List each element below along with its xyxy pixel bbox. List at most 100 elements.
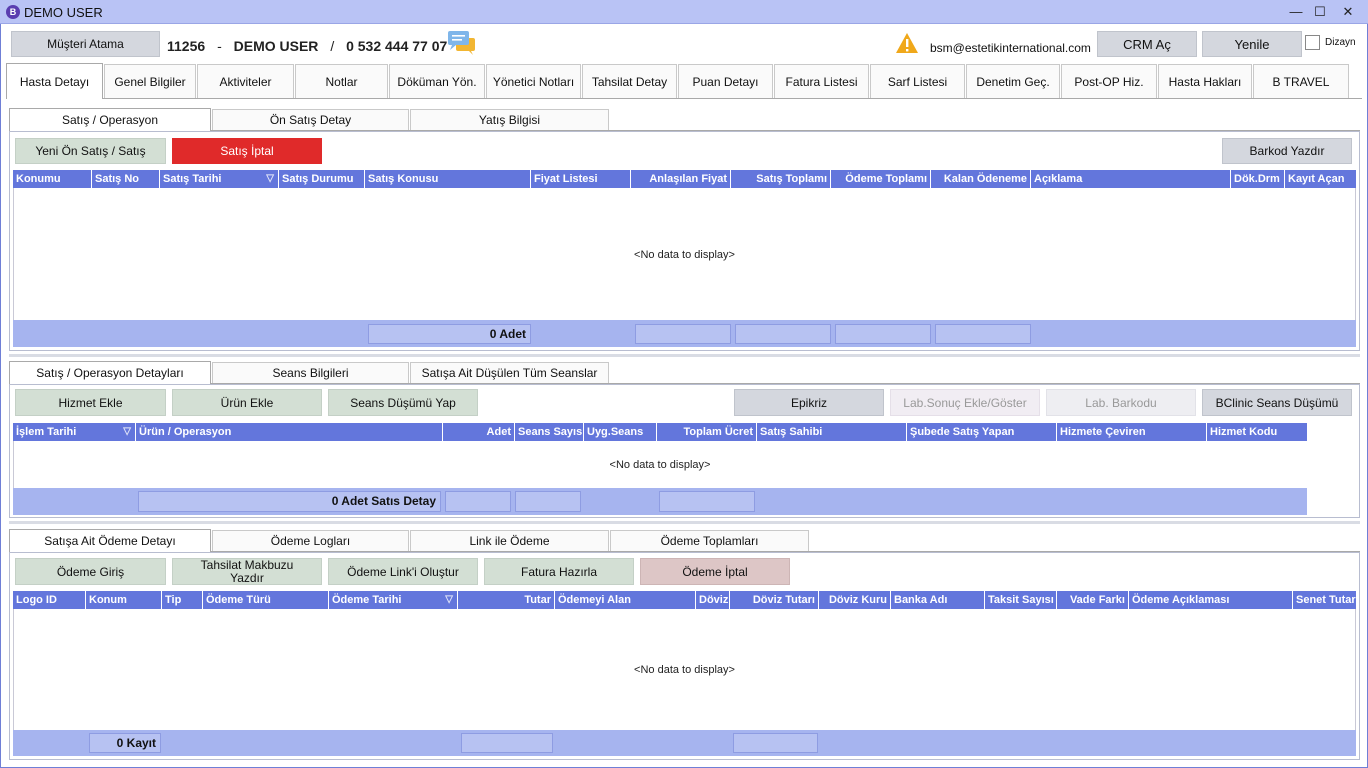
patient-id: 11256: [167, 38, 206, 54]
filter-icon[interactable]: ▽: [445, 591, 453, 609]
tab-invoice-list[interactable]: Fatura Listesi: [774, 64, 869, 98]
tab-link-payment[interactable]: Link ile Ödeme: [410, 530, 609, 551]
tab-notes[interactable]: Notlar: [295, 64, 388, 98]
col-payment-total[interactable]: Ödeme Toplamı: [831, 170, 931, 188]
tab-payment-totals[interactable]: Ödeme Toplamları: [610, 530, 809, 551]
bclinic-session-button[interactable]: BClinic Seans Düşümü: [1202, 389, 1352, 416]
tab-collection-detail[interactable]: Tahsilat Detay: [582, 64, 677, 98]
payments-grid-empty: <No data to display>: [634, 664, 735, 676]
add-product-button[interactable]: Ürün Ekle: [172, 389, 322, 416]
col-exchange-rate[interactable]: Döviz Kuru: [819, 591, 891, 609]
col-bank-name[interactable]: Banka Adı: [891, 591, 985, 609]
close-button[interactable]: ✕: [1333, 2, 1363, 22]
lab-barcode-button[interactable]: Lab. Barkodu: [1046, 389, 1196, 416]
prepare-invoice-button[interactable]: Fatura Hazırla: [484, 558, 634, 585]
tab-general-info[interactable]: Genel Bilgiler: [104, 64, 196, 98]
details-footer-qty: [445, 491, 511, 512]
details-grid-header: İşlem Tarihi ▽ Ürün / Operasyon Adet Sea…: [13, 423, 1307, 441]
col-doc-status[interactable]: Dök.Drm: [1231, 170, 1285, 188]
cancel-sale-button[interactable]: Satış İptal: [172, 138, 322, 164]
customer-assign-button[interactable]: Müşteri Atama: [11, 31, 160, 57]
tab-activities[interactable]: Aktiviteler: [197, 64, 294, 98]
tab-pre-sale-detail[interactable]: Ön Satış Detay: [212, 109, 409, 130]
tab-b-travel[interactable]: B TRAVEL: [1253, 64, 1349, 98]
col-type[interactable]: Tip: [162, 591, 203, 609]
refresh-button[interactable]: Yenile: [1202, 31, 1302, 57]
col-currency[interactable]: Döviz: [696, 591, 730, 609]
maximize-button[interactable]: ☐: [1305, 2, 1335, 22]
tab-consumable-list[interactable]: Sarf Listesi: [870, 64, 965, 98]
tab-admission-info[interactable]: Yatış Bilgisi: [410, 109, 609, 130]
col-payment-location[interactable]: Konum: [86, 591, 162, 609]
tab-patient-rights[interactable]: Hasta Hakları: [1158, 64, 1252, 98]
col-branch-seller[interactable]: Şubede Satış Yapan: [907, 423, 1057, 441]
add-service-button[interactable]: Hizmet Ekle: [15, 389, 166, 416]
tab-session-info[interactable]: Seans Bilgileri: [212, 362, 409, 383]
col-logo-id[interactable]: Logo ID: [13, 591, 86, 609]
col-sale-subject[interactable]: Satış Konusu: [365, 170, 531, 188]
col-amount[interactable]: Tutar: [458, 591, 555, 609]
col-quantity[interactable]: Adet: [443, 423, 515, 441]
tab-sale-op-details[interactable]: Satış / Operasyon Detayları: [9, 361, 211, 384]
col-remaining-payment[interactable]: Kalan Ödeneme: [931, 170, 1031, 188]
col-sale-total[interactable]: Satış Toplamı: [731, 170, 831, 188]
col-bond-amount[interactable]: Senet Tutarı: [1293, 591, 1356, 609]
payments-footer-amount: [461, 733, 553, 753]
print-barcode-button[interactable]: Barkod Yazdır: [1222, 138, 1352, 164]
col-sale-status[interactable]: Satış Durumu: [279, 170, 365, 188]
tab-sales-operation[interactable]: Satış / Operasyon: [9, 108, 211, 131]
col-service-code[interactable]: Hizmet Kodu: [1207, 423, 1307, 441]
col-payment-date[interactable]: Ödeme Tarihi ▽: [329, 591, 458, 609]
col-payment-description[interactable]: Ödeme Açıklaması: [1129, 591, 1293, 609]
epikriz-button[interactable]: Epikriz: [734, 389, 884, 416]
tab-audit-history[interactable]: Denetim Geç.: [966, 64, 1060, 98]
tab-payment-logs[interactable]: Ödeme Logları: [212, 530, 409, 551]
tab-all-sessions[interactable]: Satışa Ait Düşülen Tüm Seanslar: [410, 362, 609, 383]
tab-payment-detail[interactable]: Satışa Ait Ödeme Detayı: [9, 529, 211, 552]
details-grid-empty: <No data to display>: [609, 459, 711, 471]
col-service-converter[interactable]: Hizmete Çeviren: [1057, 423, 1207, 441]
create-payment-link-button[interactable]: Ödeme Link'i Oluştur: [328, 558, 478, 585]
cancel-payment-button[interactable]: Ödeme İptal: [640, 558, 790, 585]
tab-post-op[interactable]: Post-OP Hiz.: [1061, 64, 1157, 98]
separator-dash: -: [217, 38, 222, 54]
col-payment-receiver[interactable]: Ödemeyi Alan: [555, 591, 696, 609]
col-payment-type[interactable]: Ödeme Türü: [203, 591, 329, 609]
session-drop-button[interactable]: Seans Düşümü Yap: [328, 389, 478, 416]
col-description[interactable]: Açıklama: [1031, 170, 1231, 188]
col-sale-date[interactable]: Satış Tarihi ▽: [160, 170, 279, 188]
col-sale-owner[interactable]: Satış Sahibi: [757, 423, 907, 441]
lab-result-button[interactable]: Lab.Sonuç Ekle/Göster: [890, 389, 1040, 416]
tab-points-detail[interactable]: Puan Detayı: [678, 64, 773, 98]
tab-documents[interactable]: Döküman Yön.: [389, 64, 485, 98]
title-bar: [0, 0, 1368, 24]
col-currency-amount[interactable]: Döviz Tutarı: [730, 591, 819, 609]
col-process-date[interactable]: İşlem Tarihi ▽: [13, 423, 136, 441]
splitter-1[interactable]: [9, 354, 1360, 357]
col-applied-session[interactable]: Uyg.Seans: [584, 423, 657, 441]
filter-icon[interactable]: ▽: [266, 170, 274, 188]
payments-footer-currency-amount: [733, 733, 818, 753]
col-location[interactable]: Konumu: [13, 170, 92, 188]
chat-icon[interactable]: [447, 30, 477, 56]
new-sale-button[interactable]: Yeni Ön Satış / Satış: [15, 138, 166, 164]
col-sale-no[interactable]: Satış No: [92, 170, 160, 188]
col-session-count[interactable]: Seans Sayısı: [515, 423, 584, 441]
patient-info: 11256 - DEMO USER / 0 532 444 77 07: [167, 38, 455, 54]
col-record-opener[interactable]: Kayıt Açan: [1285, 170, 1356, 188]
splitter-2[interactable]: [9, 521, 1360, 524]
filter-icon[interactable]: ▽: [123, 423, 131, 441]
print-receipt-button[interactable]: Tahsilat Makbuzu Yazdır: [172, 558, 322, 585]
crm-open-button[interactable]: CRM Aç: [1097, 31, 1197, 57]
col-agreed-price[interactable]: Anlaşılan Fiyat: [631, 170, 731, 188]
separator-slash: /: [330, 38, 335, 54]
col-total-fee[interactable]: Toplam Ücret: [657, 423, 757, 441]
tab-manager-notes[interactable]: Yönetici Notları: [486, 64, 581, 98]
col-price-list[interactable]: Fiyat Listesi: [531, 170, 631, 188]
col-installments[interactable]: Taksit Sayısı: [985, 591, 1057, 609]
tab-patient-detail[interactable]: Hasta Detayı: [6, 63, 103, 99]
design-checkbox[interactable]: [1305, 35, 1320, 50]
col-maturity-diff[interactable]: Vade Farkı: [1057, 591, 1129, 609]
col-product-operation[interactable]: Ürün / Operasyon: [136, 423, 443, 441]
payment-entry-button[interactable]: Ödeme Giriş: [15, 558, 166, 585]
